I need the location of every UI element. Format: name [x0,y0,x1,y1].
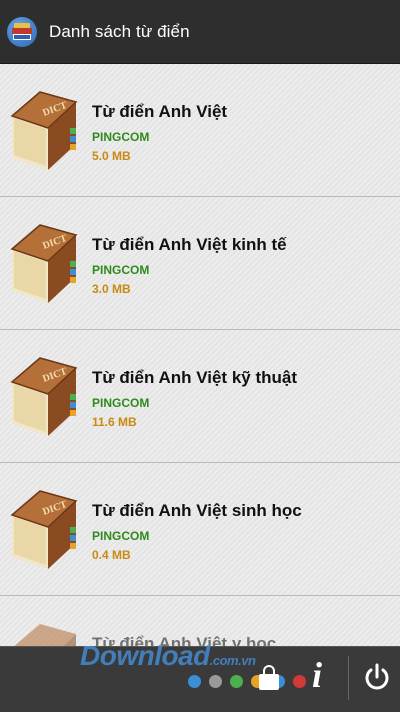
indicator-dot [293,675,306,688]
info-icon[interactable]: i [312,655,322,695]
power-icon[interactable] [362,662,392,692]
dictionary-book-icon [14,624,76,646]
list-item[interactable]: DICT Từ điển Anh Việt PINGCOM 5.0 MB [0,64,400,197]
dictionary-list[interactable]: DICT Từ điển Anh Việt PINGCOM 5.0 MB DIC… [0,64,400,646]
title-bar: Danh sách từ điển [0,0,400,64]
dictionary-name: Từ điển Anh Việt kỹ thuật [92,368,297,387]
divider [348,656,349,700]
list-item[interactable]: DICT Từ điển Anh Việt kỹ thuật PINGCOM 1… [0,330,400,463]
dictionary-publisher: PINGCOM [92,130,150,144]
dictionary-publisher: PINGCOM [92,263,150,277]
page-indicator-dots [188,675,306,688]
dictionary-name: Từ điển Anh Việt y học [92,634,277,646]
books-icon[interactable] [7,16,37,47]
list-item[interactable]: Từ điển Anh Việt y học [0,596,400,646]
dictionary-size: 11.6 MB [92,415,137,429]
page-title: Danh sách từ điển [49,21,190,41]
dictionary-book-icon: DICT [10,224,78,303]
dictionary-name: Từ điển Anh Việt [92,102,228,121]
dictionary-book-icon: DICT [10,490,78,569]
dictionary-size: 5.0 MB [92,149,131,163]
dictionary-book-icon: DICT [10,91,78,170]
list-item[interactable]: DICT Từ điển Anh Việt kinh tế PINGCOM 3.… [0,197,400,330]
indicator-dot [188,675,201,688]
dictionary-size: 0.4 MB [92,548,131,562]
shopping-bag-icon[interactable] [255,664,283,692]
dictionary-size: 3.0 MB [92,282,131,296]
dictionary-book-icon: DICT [10,357,78,436]
dictionary-name: Từ điển Anh Việt kinh tế [92,235,287,254]
dictionary-publisher: PINGCOM [92,396,150,410]
indicator-dot [230,675,243,688]
dictionary-name: Từ điển Anh Việt sinh học [92,501,302,520]
indicator-dot [209,675,222,688]
dictionary-publisher: PINGCOM [92,529,150,543]
list-item[interactable]: DICT Từ điển Anh Việt sinh học PINGCOM 0… [0,463,400,596]
